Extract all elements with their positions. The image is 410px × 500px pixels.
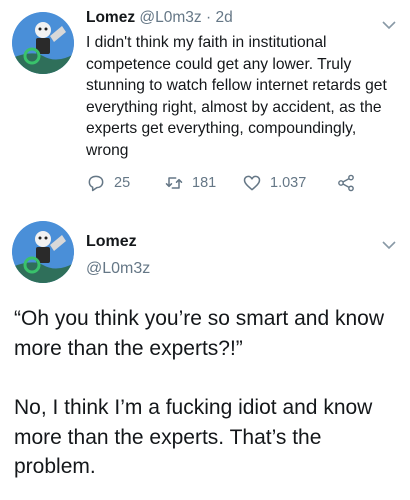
tweet-actions: 25 181 1.037: [86, 173, 386, 197]
retweet-icon: [165, 177, 183, 189]
tweet-header: Lomez @L0m3z · 2d: [86, 9, 233, 27]
avatar[interactable]: [12, 12, 74, 74]
like-count: 1.037: [270, 175, 307, 191]
heart-icon: [243, 175, 261, 191]
chevron-down-icon[interactable]: [382, 240, 396, 250]
reply-button[interactable]: 25: [86, 173, 130, 193]
like-button[interactable]: 1.037: [242, 173, 306, 193]
reply-count: 25: [114, 175, 131, 191]
retweet-count: 181: [192, 175, 217, 191]
username[interactable]: @L0m3z: [139, 9, 201, 26]
reply-tweet[interactable]: Lomez @L0m3z · 2d I didn't think my fait…: [0, 0, 410, 215]
share-icon: [338, 174, 354, 192]
timestamp[interactable]: · 2d: [206, 9, 233, 26]
chevron-down-icon[interactable]: [382, 20, 396, 30]
tweet-paragraph: No, I think I’m a fucking idiot and know…: [14, 396, 373, 478]
retweet-button[interactable]: 181: [164, 173, 216, 193]
username[interactable]: @L0m3z: [86, 260, 150, 278]
display-name[interactable]: Lomez: [86, 233, 137, 251]
share-button[interactable]: [336, 173, 356, 193]
display-name[interactable]: Lomez: [86, 9, 135, 26]
avatar-image: [12, 12, 74, 74]
avatar-image: [12, 221, 74, 283]
tweet-paragraph: “Oh you think you’re so smart and know m…: [14, 307, 385, 360]
tweet-text: I didn't think my faith in institutional…: [86, 34, 387, 159]
avatar[interactable]: [12, 221, 74, 283]
main-tweet-text: “Oh you think you’re so smart and know m…: [14, 304, 404, 482]
reply-icon: [88, 175, 104, 192]
